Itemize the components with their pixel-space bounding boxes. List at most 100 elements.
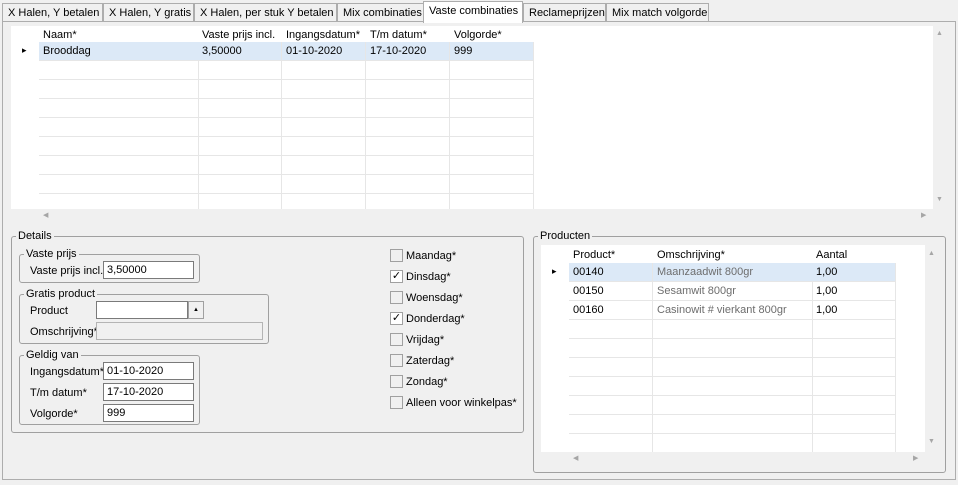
column-header-naam[interactable]: Naam* xyxy=(39,26,199,42)
tab-vaste-combinaties[interactable]: Vaste combinaties xyxy=(423,1,523,23)
empty-cell[interactable] xyxy=(39,80,199,99)
volgorde-input[interactable]: 999 xyxy=(103,404,194,422)
zaterdag-checkbox[interactable] xyxy=(390,354,403,367)
dinsdag-checkbox[interactable]: ✓ xyxy=(390,270,403,283)
producten-grid[interactable]: Product* Omschrijving* Aantal ▸ 00140 Ma… xyxy=(541,245,939,467)
empty-cell[interactable] xyxy=(569,358,653,377)
empty-cell[interactable] xyxy=(366,61,450,80)
empty-cell[interactable] xyxy=(198,156,282,175)
empty-cell[interactable] xyxy=(198,99,282,118)
empty-cell[interactable] xyxy=(569,377,653,396)
empty-cell[interactable] xyxy=(569,396,653,415)
empty-cell[interactable] xyxy=(812,377,896,396)
horizontal-scrollbar[interactable]: ◀ ▶ xyxy=(11,209,933,223)
empty-cell[interactable] xyxy=(812,358,896,377)
scroll-up-icon[interactable]: ▲ xyxy=(928,250,935,258)
empty-cell[interactable] xyxy=(653,396,813,415)
cell-omschrijving[interactable]: Sesamwit 800gr xyxy=(653,282,813,301)
scroll-up-icon[interactable]: ▲ xyxy=(936,30,943,38)
cell-tm-datum[interactable]: 17-10-2020 xyxy=(366,42,450,61)
cell-omschrijving[interactable]: Casinowit # vierkant 800gr xyxy=(653,301,813,320)
ingangsdatum-input[interactable]: 01-10-2020 xyxy=(103,362,194,380)
maandag-checkbox[interactable] xyxy=(390,249,403,262)
empty-cell[interactable] xyxy=(450,156,534,175)
cell-ingangsdatum[interactable]: 01-10-2020 xyxy=(282,42,366,61)
tab-mix-combinaties[interactable]: Mix combinaties xyxy=(337,3,424,22)
scroll-down-icon[interactable]: ▼ xyxy=(936,196,943,204)
tab-reclameprijzen[interactable]: Reclameprijzen xyxy=(523,3,606,22)
scroll-right-icon[interactable]: ▶ xyxy=(921,212,926,220)
column-header-volgorde[interactable]: Volgorde* xyxy=(450,26,534,42)
empty-cell[interactable] xyxy=(653,415,813,434)
empty-cell[interactable] xyxy=(39,118,199,137)
zondag-checkbox[interactable] xyxy=(390,375,403,388)
cell-naam[interactable]: Brooddag xyxy=(39,42,199,61)
tab-x-halen-per-stuk-y-betalen[interactable]: X Halen, per stuk Y betalen xyxy=(194,3,337,22)
empty-cell[interactable] xyxy=(282,137,366,156)
empty-cell[interactable] xyxy=(366,175,450,194)
empty-cell[interactable] xyxy=(282,80,366,99)
empty-cell[interactable] xyxy=(569,434,653,453)
cell-vaste-prijs[interactable]: 3,50000 xyxy=(198,42,282,61)
empty-cell[interactable] xyxy=(812,415,896,434)
empty-cell[interactable] xyxy=(450,137,534,156)
empty-cell[interactable] xyxy=(812,434,896,453)
cell-aantal[interactable]: 1,00 xyxy=(812,263,896,282)
tm-datum-input[interactable]: 17-10-2020 xyxy=(103,383,194,401)
empty-cell[interactable] xyxy=(569,415,653,434)
column-header-vaste-prijs[interactable]: Vaste prijs incl. xyxy=(198,26,282,42)
donderdag-checkbox[interactable]: ✓ xyxy=(390,312,403,325)
vertical-scrollbar[interactable]: ▲ ▼ xyxy=(925,245,939,452)
empty-cell[interactable] xyxy=(450,99,534,118)
cell-volgorde[interactable]: 999 xyxy=(450,42,534,61)
empty-cell[interactable] xyxy=(366,137,450,156)
vaste-prijs-input[interactable]: 3,50000 xyxy=(103,261,194,279)
empty-cell[interactable] xyxy=(366,99,450,118)
empty-cell[interactable] xyxy=(282,156,366,175)
empty-cell[interactable] xyxy=(39,99,199,118)
scroll-down-icon[interactable]: ▼ xyxy=(928,438,935,446)
column-header-omschrijving[interactable]: Omschrijving* xyxy=(653,246,813,262)
vertical-scrollbar[interactable]: ▲ ▼ xyxy=(933,26,947,223)
empty-cell[interactable] xyxy=(39,156,199,175)
tab-x-halen-y-betalen[interactable]: X Halen, Y betalen xyxy=(2,3,103,22)
scroll-left-icon[interactable]: ◀ xyxy=(573,455,578,463)
empty-cell[interactable] xyxy=(39,61,199,80)
cell-product[interactable]: 00150 xyxy=(569,282,653,301)
scroll-left-icon[interactable]: ◀ xyxy=(43,212,48,220)
empty-cell[interactable] xyxy=(282,175,366,194)
product-input[interactable] xyxy=(96,301,188,319)
vrijdag-checkbox[interactable] xyxy=(390,333,403,346)
empty-cell[interactable] xyxy=(198,80,282,99)
woensdag-checkbox[interactable] xyxy=(390,291,403,304)
empty-cell[interactable] xyxy=(569,320,653,339)
empty-cell[interactable] xyxy=(653,434,813,453)
empty-cell[interactable] xyxy=(653,377,813,396)
empty-cell[interactable] xyxy=(366,156,450,175)
horizontal-scrollbar[interactable]: ◀ ▶ xyxy=(541,452,939,467)
tab-mix-match-volgorde[interactable]: Mix match volgorde xyxy=(606,3,709,22)
empty-cell[interactable] xyxy=(450,175,534,194)
empty-cell[interactable] xyxy=(198,61,282,80)
cell-omschrijving[interactable]: Maanzaadwit 800gr xyxy=(653,263,813,282)
omschrijving-input[interactable] xyxy=(96,322,263,340)
empty-cell[interactable] xyxy=(39,175,199,194)
empty-cell[interactable] xyxy=(569,339,653,358)
empty-cell[interactable] xyxy=(450,118,534,137)
empty-cell[interactable] xyxy=(450,80,534,99)
combinaties-grid[interactable]: Naam* Vaste prijs incl. Ingangsdatum* T/… xyxy=(11,26,947,223)
empty-cell[interactable] xyxy=(198,137,282,156)
empty-cell[interactable] xyxy=(366,80,450,99)
empty-cell[interactable] xyxy=(198,118,282,137)
empty-cell[interactable] xyxy=(450,61,534,80)
empty-cell[interactable] xyxy=(198,175,282,194)
column-header-ingangsdatum[interactable]: Ingangsdatum* xyxy=(282,26,366,42)
column-header-tm-datum[interactable]: T/m datum* xyxy=(366,26,450,42)
cell-aantal[interactable]: 1,00 xyxy=(812,282,896,301)
empty-cell[interactable] xyxy=(366,118,450,137)
empty-cell[interactable] xyxy=(282,118,366,137)
column-header-product[interactable]: Product* xyxy=(569,246,653,262)
empty-cell[interactable] xyxy=(39,137,199,156)
empty-cell[interactable] xyxy=(812,320,896,339)
tab-x-halen-y-gratis[interactable]: X Halen, Y gratis xyxy=(103,3,194,22)
